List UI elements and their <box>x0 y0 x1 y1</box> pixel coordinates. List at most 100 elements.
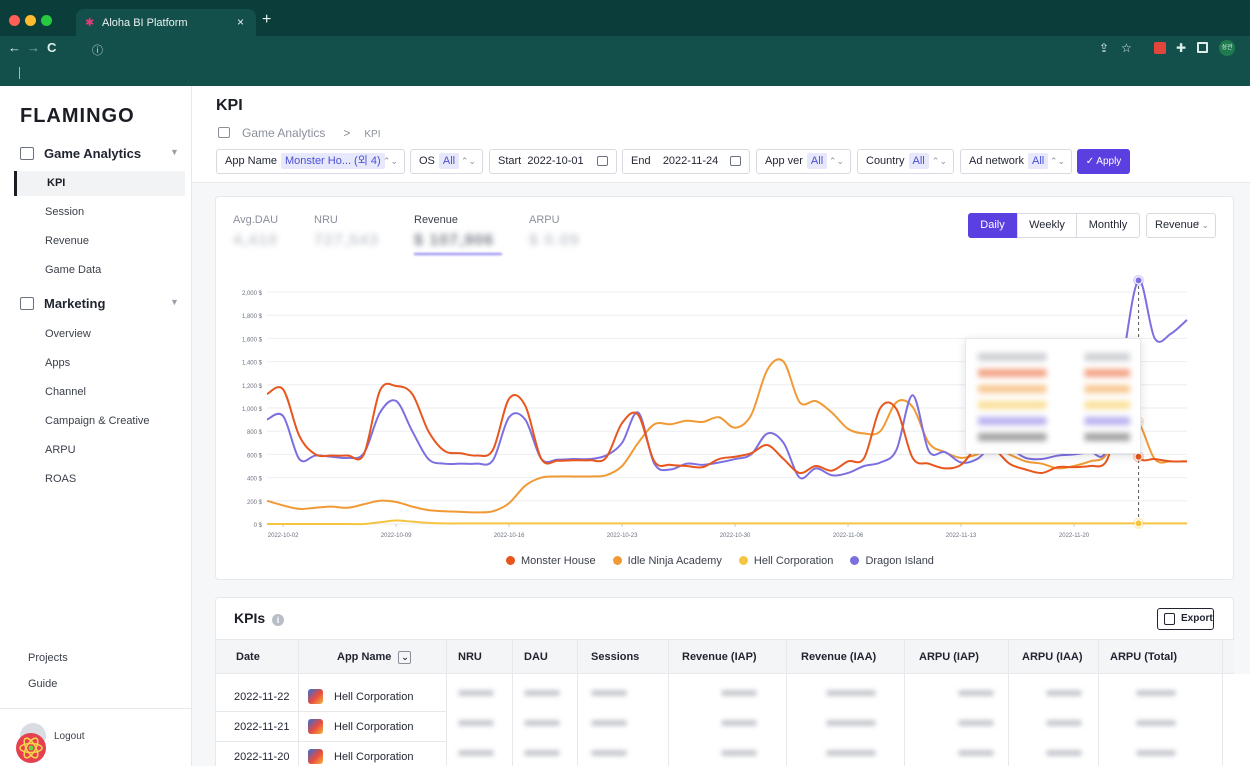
reload-icon[interactable]: C <box>47 41 56 55</box>
site-info-icon[interactable]: ⓘ <box>92 42 103 58</box>
filter-label: Country <box>866 155 905 167</box>
sidebar-section-marketing[interactable]: Marketing ▼ <box>20 296 179 311</box>
maximize-window-icon[interactable] <box>41 15 52 26</box>
column-header-arpu-iap[interactable]: ARPU (IAP) <box>919 651 979 663</box>
y-tick-label: 1,200 $ <box>242 384 263 390</box>
browser-tab[interactable]: ✱ Aloha BI Platform × <box>76 9 256 36</box>
metric-label-avg-dau[interactable]: Avg.DAU <box>233 214 278 226</box>
url-field[interactable]: ⓘ <box>84 39 1084 58</box>
column-divider <box>577 639 578 766</box>
metric-value-revenue: $ 107,906 <box>414 232 495 249</box>
column-header-revenue-iaa[interactable]: Revenue (IAA) <box>801 651 876 663</box>
column-header-sessions[interactable]: Sessions <box>591 651 639 663</box>
breadcrumb-item[interactable]: Game Analytics <box>242 126 325 140</box>
calendar-icon <box>597 156 608 166</box>
legend-item-idle-ninja-academy[interactable]: Idle Ninja Academy <box>612 555 722 567</box>
app-version-filter[interactable]: App ver All ⌃⌄ <box>756 149 851 174</box>
sidebar-item-revenue[interactable]: Revenue <box>45 235 89 247</box>
sidebar-item-campaign-creative[interactable]: Campaign & Creative <box>45 415 150 427</box>
legend-item-hell-corporation[interactable]: Hell Corporation <box>738 555 833 567</box>
column-header-arpu-iaa[interactable]: ARPU (IAA) <box>1022 651 1083 663</box>
metric-label-revenue[interactable]: Revenue <box>414 214 458 226</box>
tab-title: Aloha BI Platform <box>102 17 188 29</box>
start-date-field[interactable]: Start 2022-10-01 <box>489 149 617 174</box>
minimize-window-icon[interactable] <box>25 15 36 26</box>
os-filter[interactable]: OS All ⌃⌄ <box>410 149 483 174</box>
close-window-icon[interactable] <box>9 15 20 26</box>
tooltip-row <box>978 417 1130 425</box>
period-weekly-button[interactable]: Weekly <box>1017 213 1077 238</box>
share-icon[interactable]: ⇪ <box>1099 42 1109 54</box>
sidebar-item-session[interactable]: Session <box>45 206 84 218</box>
column-header-dau[interactable]: DAU <box>524 651 548 663</box>
legend-item-dragon-island[interactable]: Dragon Island <box>850 555 934 567</box>
sidebar-item-game-data[interactable]: Game Data <box>45 264 101 276</box>
sidepanel-icon[interactable] <box>1197 42 1208 53</box>
table-row[interactable]: 2022-11-21 Hell Corporation <box>216 712 446 742</box>
export-button[interactable]: Export <box>1157 608 1214 630</box>
updown-icon: ⌃⌄ <box>931 156 947 166</box>
filter-label: Ad network <box>969 155 1025 167</box>
page-title: KPI <box>216 97 243 114</box>
blurred-cell <box>826 720 876 726</box>
filter-label: Start <box>498 155 522 167</box>
column-header-date[interactable]: Date <box>236 651 260 663</box>
table-row[interactable]: 2022-11-20 Hell Corporation <box>216 742 446 766</box>
period-daily-button[interactable]: Daily <box>968 213 1017 238</box>
blurred-cell <box>524 750 560 756</box>
bookmark-star-icon[interactable]: ☆ <box>1121 42 1132 54</box>
forward-icon[interactable]: → <box>27 41 40 55</box>
cell-app-name: Hell Corporation <box>334 721 414 733</box>
app-logo[interactable]: FLAMINGO <box>20 105 135 128</box>
sidebar-item-arpu[interactable]: ARPU <box>45 444 76 456</box>
column-header-revenue-iap[interactable]: Revenue (IAP) <box>682 651 757 663</box>
country-filter[interactable]: Country All ⌃⌄ <box>857 149 954 174</box>
sidebar-divider <box>0 708 191 709</box>
column-header-app-name[interactable]: App Name ⌄ <box>337 651 412 664</box>
filter-value: All <box>1028 153 1049 169</box>
cell-app-name: Hell Corporation <box>334 691 414 703</box>
metric-label-nru[interactable]: NRU <box>314 214 338 226</box>
column-header-nru[interactable]: NRU <box>458 651 482 663</box>
y-tick-label: 800 $ <box>247 430 263 436</box>
measure-select[interactable]: Revenue ⌃⌄ <box>1146 213 1216 238</box>
bookmark-divider <box>19 67 20 79</box>
blurred-cell <box>721 690 757 696</box>
info-icon[interactable]: i <box>272 614 285 626</box>
puzzle-icon[interactable]: ✚ <box>1176 42 1186 54</box>
analytics-icon <box>20 147 34 160</box>
column-header-arpu-total[interactable]: ARPU (Total) <box>1110 651 1177 663</box>
blurred-cell <box>826 690 876 696</box>
end-date-field[interactable]: End 2022-11-24 <box>622 149 750 174</box>
sidebar-item-channel[interactable]: Channel <box>45 386 86 398</box>
sidebar-item-apps[interactable]: Apps <box>45 357 70 369</box>
metric-label-arpu[interactable]: ARPU <box>529 214 560 226</box>
sidebar-section-game-analytics[interactable]: Game Analytics ▼ <box>20 146 179 161</box>
apply-button[interactable]: ✓ Apply <box>1077 149 1130 174</box>
table-row[interactable]: 2022-11-22 Hell Corporation <box>216 682 446 712</box>
logout-link[interactable]: Logout <box>54 731 85 742</box>
legend-label: Idle Ninja Academy <box>627 555 722 567</box>
chevron-down-icon[interactable]: ⌄ <box>398 651 412 664</box>
period-monthly-button[interactable]: Monthly <box>1076 213 1140 238</box>
legend-item-monster-house[interactable]: Monster House <box>506 555 596 567</box>
x-tick-label: 2022-11-20 <box>1059 533 1090 539</box>
back-icon[interactable]: ← <box>8 41 21 55</box>
ad-network-filter[interactable]: Ad network All ⌃⌄ <box>960 149 1072 174</box>
sidebar-item-roas[interactable]: ROAS <box>45 473 76 485</box>
blurred-cell <box>1136 690 1176 696</box>
sidebar-item-kpi[interactable]: KPI <box>14 171 185 196</box>
sidebar-item-projects[interactable]: Projects <box>28 652 68 664</box>
sidebar-item-guide[interactable]: Guide <box>28 678 57 690</box>
y-tick-label: 600 $ <box>247 453 263 459</box>
title-text: KPIs <box>234 610 266 626</box>
export-label: Export <box>1181 613 1213 624</box>
filter-value: Monster Ho... (외 4) <box>280 153 385 169</box>
analytics-icon <box>218 127 230 138</box>
sidebar-item-overview[interactable]: Overview <box>45 328 91 340</box>
new-tab-icon[interactable]: + <box>262 12 271 28</box>
extension-icon[interactable] <box>1154 42 1166 54</box>
tab-close-icon[interactable]: × <box>237 15 244 29</box>
profile-avatar-icon[interactable]: 성관 <box>1219 40 1235 56</box>
app-name-filter[interactable]: App Name Monster Ho... (외 4) ⌃⌄ <box>216 149 405 174</box>
